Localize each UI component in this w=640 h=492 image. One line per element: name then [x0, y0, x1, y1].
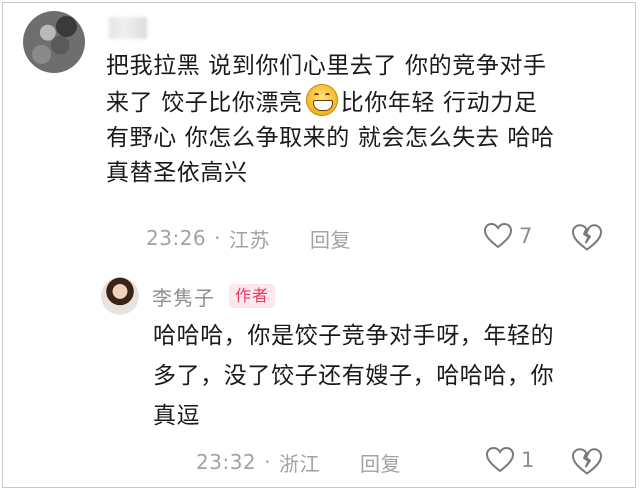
comment-like-button[interactable]: 7 [483, 222, 532, 250]
reply-reply-button[interactable]: 回复 [360, 448, 401, 477]
heart-icon [485, 446, 515, 473]
comment-location: 江苏 [229, 227, 270, 252]
reply-dislike-button[interactable] [571, 447, 603, 477]
reply-text: 哈哈哈，你是饺子竞争对手呀，年轻的 多了，没了饺子还有嫂子，哈哈哈，你 真逗 [153, 316, 623, 436]
author-username[interactable]: 李隽子 [152, 282, 215, 311]
author-avatar[interactable] [101, 277, 139, 315]
comment-line: 真替圣依高兴 [106, 160, 248, 186]
meta-dot: · [214, 226, 221, 250]
commenter-avatar-blurred[interactable] [23, 11, 85, 73]
comment-time: 23:26 [146, 226, 207, 250]
comment-text: 把我拉黑 说到你们心里去了 你的竞争对手 来了 饺子比你漂亮 比你年轻 行动力足 … [106, 49, 626, 191]
author-badge: 作者 [229, 284, 276, 308]
grinning-face-emoji-icon [305, 84, 338, 116]
commenter-username-blurred[interactable] [109, 17, 147, 39]
reply-location: 浙江 [279, 451, 320, 476]
reply-line: 真逗 [153, 403, 201, 429]
comment-dislike-button[interactable] [571, 223, 603, 253]
comment-line: 来了 饺子比你漂亮 比你年轻 行动力足 [106, 84, 626, 121]
reply-like-count: 1 [521, 448, 535, 472]
reply-meta: 23:32 · 浙江 回复 [196, 447, 401, 477]
comment-panel: 把我拉黑 说到你们心里去了 你的竞争对手 来了 饺子比你漂亮 比你年轻 行动力足 … [2, 2, 636, 488]
comment-line: 把我拉黑 说到你们心里去了 你的竞争对手 [106, 53, 547, 79]
broken-heart-icon [572, 448, 602, 475]
comment-reply-button[interactable]: 回复 [310, 224, 351, 253]
reply-time: 23:32 [196, 450, 257, 474]
reply-line: 哈哈哈，你是饺子竞争对手呀，年轻的 [153, 323, 555, 349]
broken-heart-icon [572, 224, 602, 251]
heart-icon [483, 222, 513, 249]
comment-meta: 23:26 · 江苏 回复 [146, 223, 351, 253]
comment-like-count: 7 [519, 224, 533, 248]
comment-line: 有野心 你怎么争取来的 就会怎么失去 哈哈 [106, 125, 555, 151]
meta-dot: · [264, 450, 271, 474]
reply-like-button[interactable]: 1 [485, 446, 534, 474]
reply-line: 多了，没了饺子还有嫂子，哈哈哈，你 [153, 363, 555, 389]
